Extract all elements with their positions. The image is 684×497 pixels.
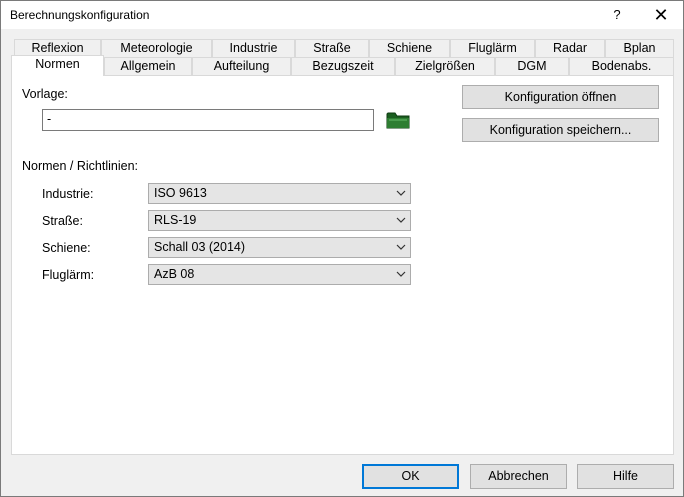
chevron-down-icon [396,271,406,277]
normen-group-label: Normen / Richtlinien: [22,159,139,173]
tab-radar[interactable]: Radar [535,39,605,57]
chevron-down-icon [396,190,406,196]
tab-schiene[interactable]: Schiene [369,39,450,57]
chevron-down-icon [396,244,406,250]
industrie-select[interactable]: ISO 9613 [148,183,411,204]
schiene-label: Schiene: [42,241,91,255]
fluglaerm-select[interactable]: AzB 08 [148,264,411,285]
save-config-button[interactable]: Konfiguration speichern... [462,118,659,142]
chevron-down-icon [396,217,406,223]
close-button[interactable]: ✕ [643,1,679,29]
ok-button[interactable]: OK [362,464,459,489]
vorlage-label: Vorlage: [22,87,68,101]
schiene-select[interactable]: Schall 03 (2014) [148,237,411,258]
tab-bezugszeit[interactable]: Bezugszeit [291,57,395,75]
tab-bplan[interactable]: Bplan [605,39,674,57]
dialog-window: Berechnungskonfiguration ? ✕ Reflexion M… [0,0,684,497]
tab-zielgroessen[interactable]: Zielgrößen [395,57,495,75]
fluglaerm-label: Fluglärm: [42,268,95,282]
tab-allgemein[interactable]: Allgemein [104,57,192,75]
folder-icon[interactable] [385,109,411,131]
strasse-select[interactable]: RLS-19 [148,210,411,231]
window-title: Berechnungskonfiguration [10,8,150,22]
tab-aufteilung[interactable]: Aufteilung [192,57,291,75]
help-title-button[interactable]: ? [601,1,633,29]
cancel-button[interactable]: Abbrechen [470,464,567,489]
tab-fluglaerm[interactable]: Fluglärm [450,39,535,57]
title-bar: Berechnungskonfiguration ? ✕ [1,1,683,29]
tab-strasse[interactable]: Straße [295,39,369,57]
vorlage-input[interactable]: - [42,109,374,131]
tab-normen[interactable]: Normen [11,55,104,76]
open-config-button[interactable]: Konfiguration öffnen [462,85,659,109]
help-button[interactable]: Hilfe [577,464,674,489]
tab-bodenabs[interactable]: Bodenabs. [569,57,674,75]
tab-industrie[interactable]: Industrie [212,39,295,57]
tab-meteorologie[interactable]: Meteorologie [101,39,212,57]
tab-dgm[interactable]: DGM [495,57,569,75]
industrie-label: Industrie: [42,187,94,201]
strasse-label: Straße: [42,214,83,228]
